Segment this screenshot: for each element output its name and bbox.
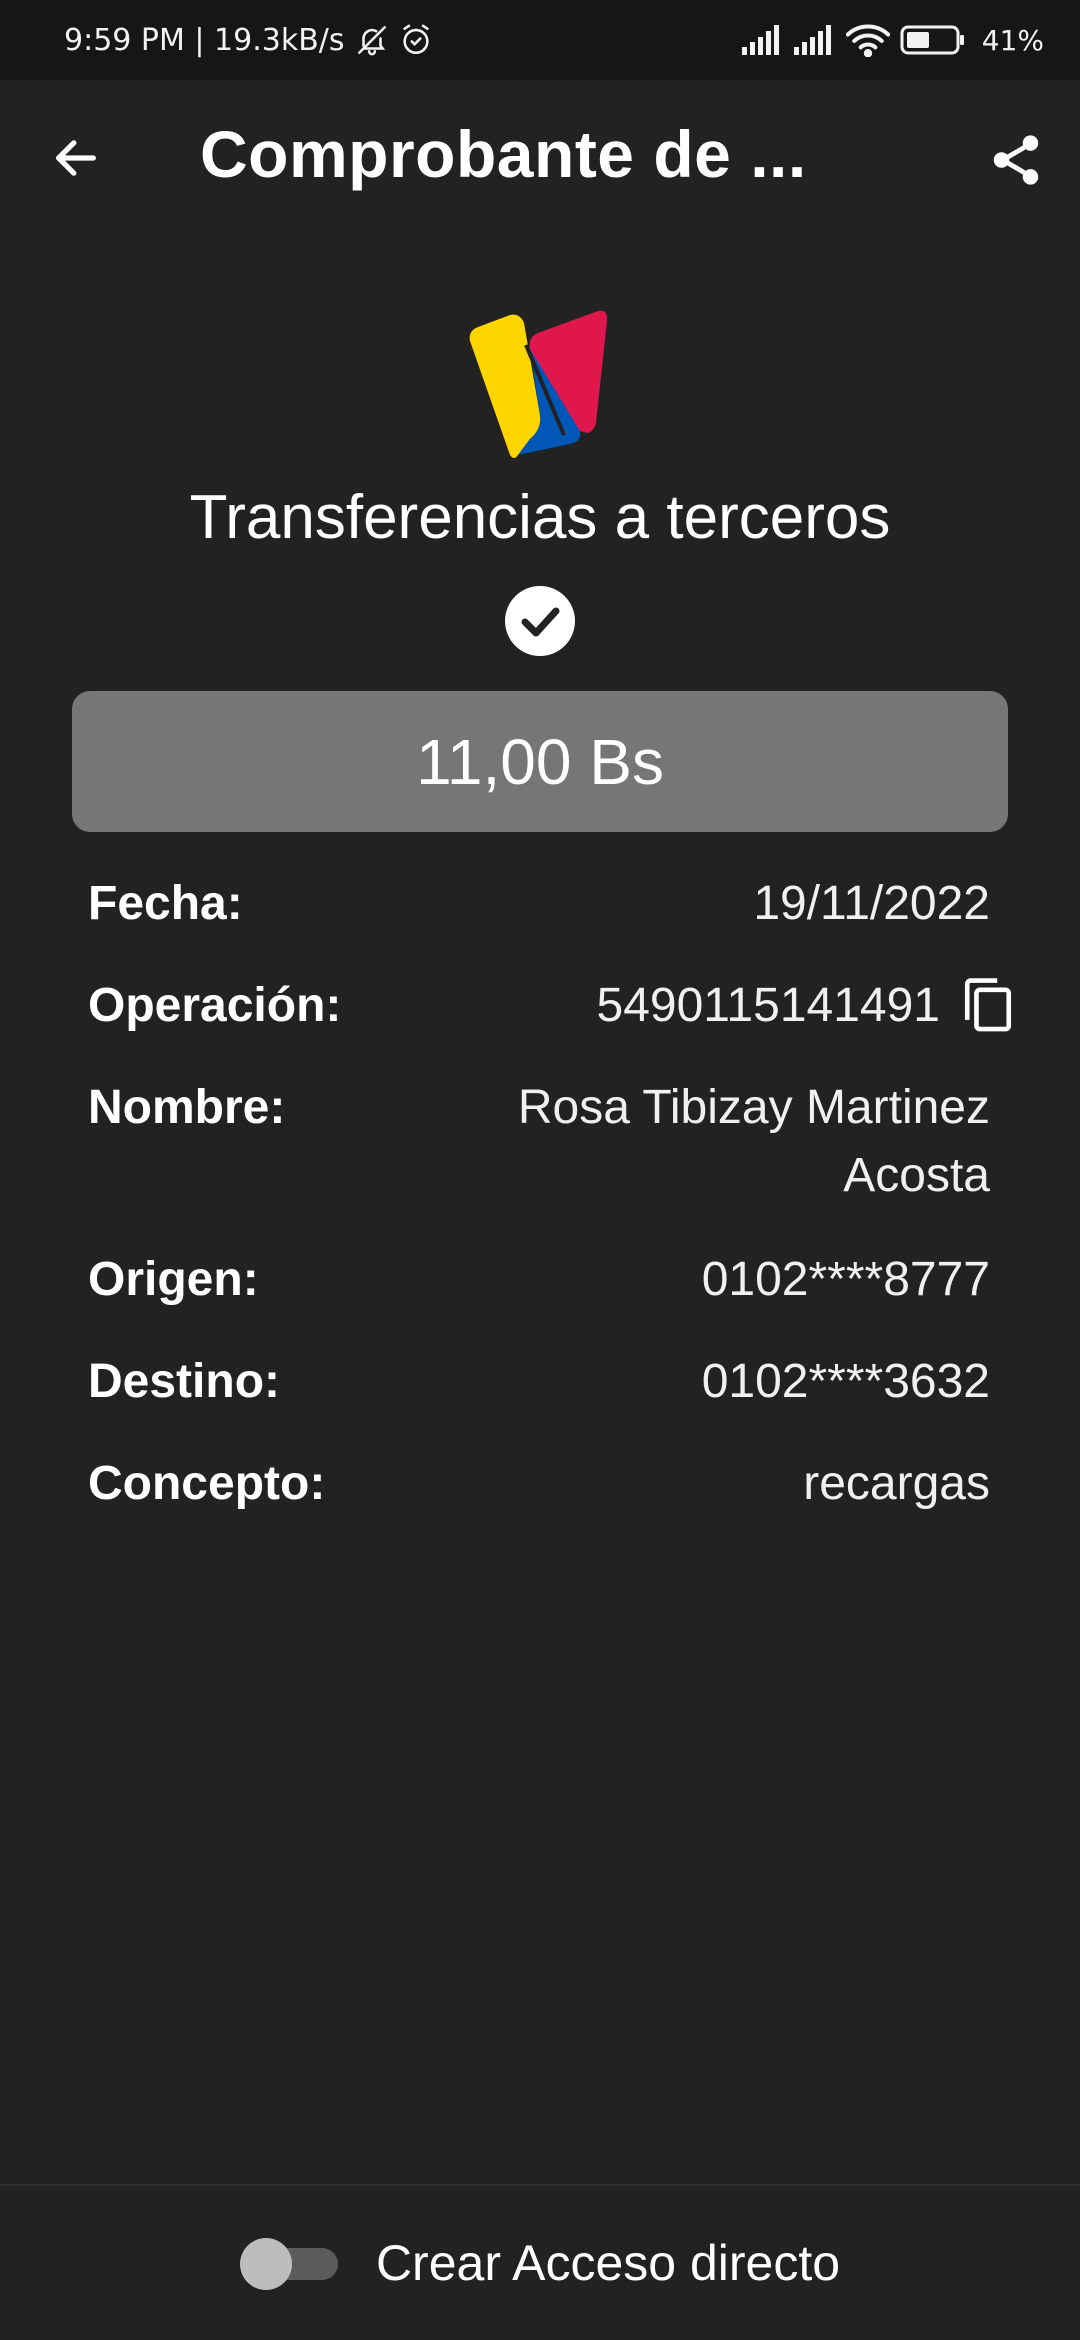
destino-value: 0102****3632 (701, 1355, 990, 1408)
status-bar: 9:59 PM | 19.3kB/s 41% (0, 0, 1080, 80)
wifi-icon (845, 23, 890, 57)
arrow-left-icon (56, 140, 96, 176)
page-title: Comprobante de ... (200, 117, 807, 191)
shortcut-bar: Crear Acceso directo (0, 2186, 1080, 2340)
transaction-type-title: Transferencias a terceros (189, 483, 891, 552)
destino-label: Destino: (88, 1355, 280, 1408)
share-icon (993, 135, 1039, 185)
shortcut-label[interactable]: Crear Acceso directo (376, 2234, 840, 2292)
detail-row-concepto: Concepto: recargas (88, 1450, 990, 1518)
shortcut-toggle[interactable] (239, 2238, 340, 2290)
bell-off-icon (355, 23, 389, 57)
check-circle-icon (505, 586, 575, 656)
concepto-label: Concepto: (88, 1457, 326, 1510)
status-bar-left: 9:59 PM | 19.3kB/s (64, 23, 433, 58)
amount-value: 11,00 Bs (416, 725, 664, 798)
share-button[interactable] (982, 126, 1050, 194)
signal-icon (793, 25, 836, 55)
nombre-value: Rosa Tibizay Martinez Acosta (517, 1081, 990, 1202)
back-button[interactable] (44, 126, 108, 190)
bank-logo (469, 310, 608, 458)
status-time-speed: 9:59 PM | 19.3kB/s (64, 22, 345, 58)
battery-icon (900, 23, 966, 57)
operacion-label: Operación: (88, 979, 342, 1032)
status-bar-right: 41% (741, 23, 1044, 57)
fecha-value: 19/11/2022 (753, 877, 990, 930)
app-bar: Comprobante de ... (0, 80, 1080, 236)
detail-row-fecha: Fecha: 19/11/2022 (88, 870, 990, 938)
concepto-value: recargas (803, 1457, 990, 1510)
origen-label: Origen: (88, 1253, 259, 1306)
toggle-thumb (239, 2238, 292, 2290)
origen-value: 0102****8777 (701, 1253, 990, 1306)
detail-row-destino: Destino: 0102****3632 (88, 1348, 990, 1416)
battery-percentage: 41% (981, 23, 1044, 57)
amount-box: 11,00 Bs (72, 691, 1008, 832)
alarm-icon (399, 23, 433, 57)
fecha-label: Fecha: (88, 877, 243, 930)
detail-row-operacion: Operación: 5490115141491 (88, 972, 1012, 1040)
operacion-value: 5490115141491 (596, 979, 940, 1032)
detail-row-origen: Origen: 0102****8777 (88, 1246, 990, 1314)
operacion-value-wrap: 5490115141491 (596, 972, 1012, 1040)
detail-row-nombre: Nombre: Rosa Tibizay Martinez Acosta (88, 1074, 990, 1210)
copy-icon[interactable] (960, 976, 1016, 1036)
signal-icon (741, 25, 784, 55)
nombre-label: Nombre: (88, 1081, 286, 1134)
receipt-screen: 9:59 PM | 19.3kB/s 41% Comprobante de ..… (0, 0, 1080, 2340)
